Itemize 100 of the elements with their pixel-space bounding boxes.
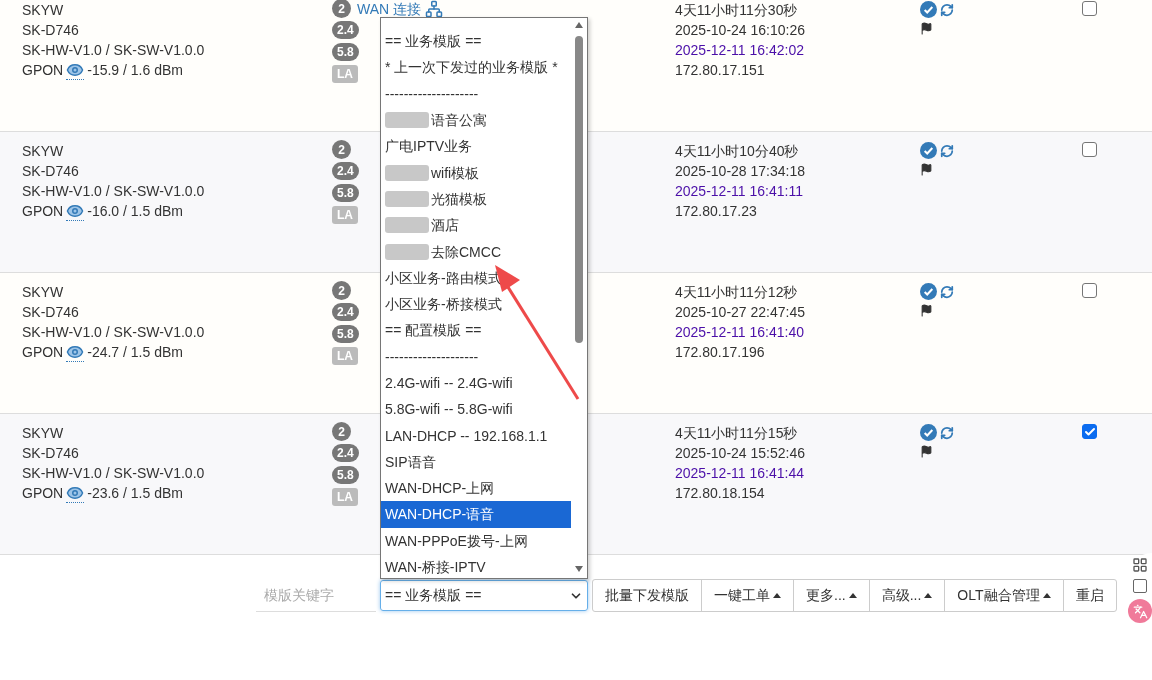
feature-badge: 2.4 (332, 303, 359, 321)
wan-link[interactable]: WAN 连接 (357, 0, 422, 19)
dropdown-option[interactable]: 酒店 (381, 212, 572, 239)
flag-icon (920, 163, 933, 176)
refresh-icon[interactable] (940, 143, 954, 158)
uptime: 4天11小时10分40秒 (675, 142, 799, 161)
refresh-icon[interactable] (940, 2, 954, 17)
caret-icon (773, 593, 781, 598)
feature-badge: LA (332, 488, 358, 506)
firmware-version: SK-HW-V1.0 / SK-SW-V1.0.0 (22, 464, 205, 483)
dropdown-option[interactable]: 光猫模板 (381, 185, 572, 213)
toolbar-button[interactable]: 高级... (868, 579, 946, 612)
scroll-down-icon[interactable] (575, 566, 583, 572)
dropdown-option[interactable]: 语音公寓 (381, 106, 572, 134)
feature-badge: 5.8 (332, 184, 359, 202)
feature-badge: 2.4 (332, 444, 359, 462)
firmware-version: SK-HW-V1.0 / SK-SW-V1.0.0 (22, 182, 205, 201)
toolbar-button[interactable]: 重启 (1062, 579, 1117, 612)
device-name: SKYW (22, 142, 64, 161)
feature-badge: LA (332, 65, 358, 83)
device-model: SK-D746 (22, 444, 79, 463)
dropdown-option[interactable]: 5.8G-wifi -- 5.8G-wifi (381, 396, 572, 423)
count-badge: 2 (332, 281, 351, 300)
ip-address: 172.80.17.151 (675, 61, 765, 80)
optical-power: -16.0 / 1.5 dBm (87, 202, 183, 221)
count-badge: 2 (332, 0, 351, 18)
toolbar-button[interactable]: 一键工单 (701, 579, 794, 612)
sidebar-checkbox[interactable] (1133, 579, 1147, 593)
dropdown-option[interactable]: == 业务模版 == (381, 28, 572, 55)
row-checkbox[interactable] (1082, 424, 1097, 439)
last-seen-time: 2025-12-11 16:42:02 (675, 41, 804, 60)
scroll-thumb[interactable] (575, 36, 583, 343)
blurred-redaction (385, 112, 429, 129)
grid-icon[interactable] (1132, 557, 1148, 573)
dropdown-option[interactable]: WAN-DHCP-上网 (381, 475, 572, 502)
device-name: SKYW (22, 424, 64, 443)
last-seen-time: 2025-12-11 16:41:40 (675, 323, 804, 342)
check-circle-icon (920, 283, 937, 300)
device-model: SK-D746 (22, 303, 79, 322)
feature-badge: LA (332, 347, 358, 365)
scroll-up-icon[interactable] (575, 22, 583, 28)
dropdown-option[interactable]: 小区业务-桥接模式 (381, 290, 572, 318)
device-model: SK-D746 (22, 21, 79, 40)
count-badge: 2 (332, 140, 351, 159)
count-badge: 2 (332, 422, 351, 441)
flag-icon (920, 445, 933, 458)
optical-power: -15.9 / 1.6 dBm (87, 61, 183, 80)
toolbar-button[interactable]: OLT融合管理 (944, 579, 1064, 612)
refresh-icon[interactable] (940, 284, 954, 299)
flag-icon (920, 304, 933, 317)
check-circle-icon (920, 424, 937, 441)
row-checkbox[interactable] (1082, 142, 1097, 157)
created-time: 2025-10-27 22:47:45 (675, 303, 805, 322)
uptime: 4天11小时11分30秒 (675, 1, 798, 20)
feature-badge: 5.8 (332, 466, 359, 484)
flag-icon (920, 22, 933, 35)
blurred-redaction (385, 217, 429, 234)
pon-type: GPON (22, 202, 64, 221)
dropdown-option[interactable]: 2.4G-wifi -- 2.4G-wifi (381, 369, 572, 397)
dropdown-option[interactable]: wifi模板 (381, 159, 572, 186)
feature-badge: 2.4 (332, 162, 359, 180)
dropdown-option[interactable]: WAN-DHCP-语音 (381, 501, 572, 528)
dropdown-option[interactable]: LAN-DHCP -- 192.168.1.1 (381, 422, 572, 449)
caret-icon (1042, 593, 1051, 598)
firmware-version: SK-HW-V1.0 / SK-SW-V1.0.0 (22, 323, 205, 342)
dropdown-option[interactable]: -------------------- (381, 80, 572, 107)
caret-icon (848, 593, 857, 598)
network-icon (425, 0, 444, 18)
feature-badge: 2.4 (332, 21, 359, 39)
pon-type: GPON (22, 484, 64, 503)
toolbar-button[interactable]: 更多... (793, 579, 870, 612)
firmware-version: SK-HW-V1.0 / SK-SW-V1.0.0 (22, 41, 205, 60)
ip-address: 172.80.18.154 (675, 484, 765, 503)
created-time: 2025-10-24 16:10:26 (675, 21, 805, 40)
toolbar-button[interactable]: 批量下发模版 (592, 579, 702, 612)
caret-icon (924, 593, 933, 598)
refresh-icon[interactable] (940, 425, 954, 440)
row-checkbox[interactable] (1082, 283, 1097, 298)
optical-power: -24.7 / 1.5 dBm (87, 343, 183, 362)
template-select[interactable]: == 业务模版 == (380, 580, 588, 611)
device-name: SKYW (22, 283, 64, 302)
device-name: SKYW (22, 1, 64, 20)
dropdown-option[interactable]: SIP语音 (381, 448, 572, 476)
blurred-redaction (385, 164, 429, 181)
blurred-redaction (385, 243, 429, 260)
dropdown-option[interactable]: * 上一次下发过的业务模版 * (381, 54, 572, 81)
dropdown-option[interactable]: -------------------- (381, 343, 572, 370)
row-checkbox[interactable] (1082, 1, 1097, 16)
dropdown-option[interactable]: WAN-桥接-IPTV (381, 553, 572, 578)
dropdown-option[interactable]: 广电IPTV业务 (381, 133, 572, 160)
pon-type: GPON (22, 343, 64, 362)
last-seen-time: 2025-12-11 16:41:11 (675, 182, 803, 201)
feature-badge: 5.8 (332, 43, 359, 61)
created-time: 2025-10-28 17:34:18 (675, 162, 805, 181)
dropdown-option[interactable]: == 配置模版 == (381, 317, 572, 344)
dropdown-option[interactable]: WAN-PPPoE拨号-上网 (381, 527, 572, 554)
created-time: 2025-10-24 15:52:46 (675, 444, 805, 463)
optical-power: -23.6 / 1.5 dBm (87, 484, 183, 503)
dropdown-option[interactable]: 去除CMCC (381, 238, 572, 265)
translate-icon[interactable] (1128, 599, 1152, 623)
